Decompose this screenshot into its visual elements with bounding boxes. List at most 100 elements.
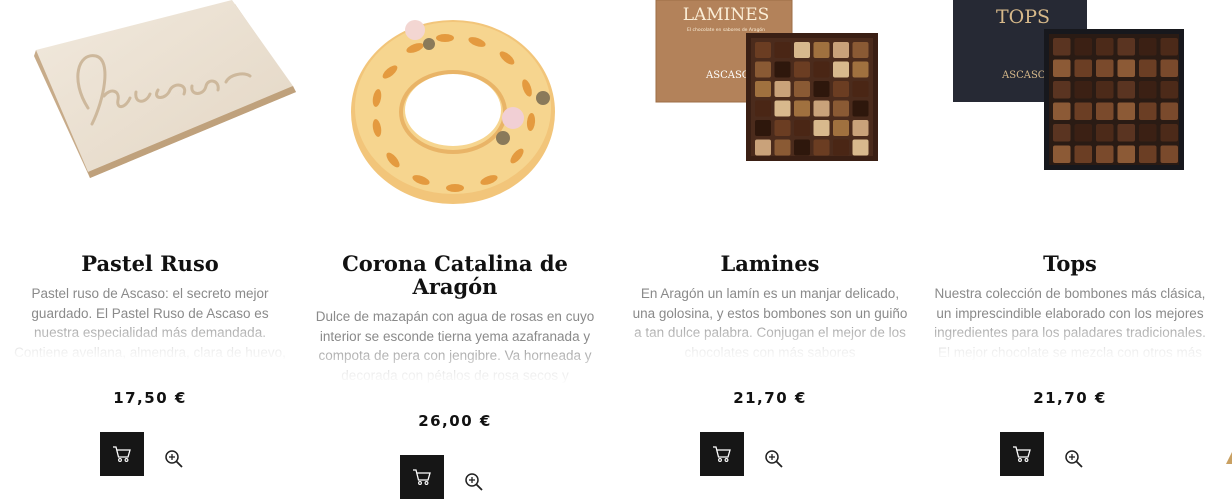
add-to-cart-button[interactable]	[400, 455, 444, 499]
bonbon	[1053, 124, 1071, 142]
bonbon	[813, 139, 830, 156]
box-tagline-text: El chocolate en sabores de Aragón	[687, 26, 765, 33]
quick-view-button[interactable]	[462, 470, 486, 494]
box-brand-text: LAMINES	[683, 5, 770, 25]
bonbon	[1096, 124, 1114, 142]
bonbon	[1160, 124, 1178, 142]
bonbon	[1139, 102, 1157, 120]
bonbon	[1117, 81, 1135, 99]
bonbon	[794, 61, 810, 78]
zoom-in-icon	[465, 473, 483, 491]
bonbon	[1096, 81, 1114, 99]
bonbon	[833, 81, 849, 97]
bonbon	[1160, 59, 1178, 77]
add-to-cart-button[interactable]	[700, 432, 744, 476]
bonbon	[755, 42, 771, 58]
product-image[interactable]	[0, 0, 300, 225]
product-description: Nuestra colección de bombones más clásic…	[934, 286, 1206, 360]
product-image[interactable]: LAMINES El chocolate en sabores de Aragó…	[620, 0, 920, 225]
bonbon	[1139, 145, 1157, 163]
bonbon	[813, 81, 830, 97]
tops-chocolate-box-image: TOPS ASCASO	[953, 0, 1184, 170]
bonbon	[1074, 145, 1092, 163]
cart-icon	[413, 469, 431, 485]
cart-icon	[113, 446, 131, 462]
bonbon	[813, 42, 830, 58]
bonbon	[833, 42, 849, 58]
product-price: 21,70 €	[733, 389, 807, 407]
bonbon	[794, 120, 810, 136]
product-description: Dulce de mazapán con agua de rosas en cu…	[315, 309, 595, 383]
product-grid: Pastel Ruso Pastel ruso de Ascaso: el se…	[0, 0, 1232, 504]
bonbon	[1139, 81, 1157, 99]
bonbon	[1117, 59, 1135, 77]
zoom-in-icon	[165, 450, 183, 468]
bonbon	[1074, 124, 1092, 142]
bonbon	[774, 81, 791, 97]
product-title[interactable]: Corona Catalina de Aragón	[305, 252, 605, 298]
product-card: Corona Catalina de Aragón Dulce de mazap…	[305, 0, 605, 504]
bonbon	[833, 61, 849, 78]
bonbon	[1139, 124, 1157, 142]
bonbon	[1053, 38, 1071, 56]
cart-icon	[713, 446, 731, 462]
bonbon	[1096, 145, 1114, 163]
product-title[interactable]: Pastel Ruso	[0, 252, 300, 275]
bonbon	[755, 120, 771, 136]
product-card: LAMINES El chocolate en sabores de Aragó…	[620, 0, 920, 504]
add-to-cart-button[interactable]	[1000, 432, 1044, 476]
bonbon	[1117, 102, 1135, 120]
box-maker-text: ASCASO	[1001, 70, 1046, 81]
box-brand-text: TOPS	[996, 6, 1050, 28]
bonbon	[1117, 38, 1135, 56]
bonbon	[1160, 145, 1178, 163]
bonbon	[774, 120, 791, 136]
bonbon	[813, 61, 830, 78]
bonbon	[852, 42, 869, 58]
quick-view-button[interactable]	[162, 447, 186, 471]
product-card: Pastel Ruso Pastel ruso de Ascaso: el se…	[0, 0, 300, 504]
bonbon	[833, 139, 849, 156]
lamines-chocolate-box-image: LAMINES El chocolate en sabores de Aragó…	[655, 0, 878, 161]
product-image[interactable]	[305, 0, 605, 225]
bonbon	[774, 61, 791, 78]
cart-icon	[1013, 446, 1031, 462]
bonbon	[833, 120, 849, 136]
bonbon	[1096, 59, 1114, 77]
bonbon	[755, 61, 771, 78]
bonbon	[852, 120, 869, 136]
product-title[interactable]: Tops	[920, 252, 1220, 275]
zoom-in-icon	[1065, 450, 1083, 468]
bonbon	[1074, 81, 1092, 99]
product-title[interactable]: Lamines	[620, 252, 920, 275]
bonbon	[755, 100, 771, 117]
corona-cake-image	[305, 0, 605, 225]
product-image[interactable]: TOPS ASCASO	[920, 0, 1220, 225]
bonbon	[794, 42, 810, 58]
scroll-top-corner-mark	[1226, 452, 1232, 464]
bonbon	[1139, 38, 1157, 56]
quick-view-button[interactable]	[1062, 447, 1086, 471]
product-description: Pastel ruso de Ascaso: el secreto mejor …	[14, 286, 286, 360]
bonbon	[852, 100, 869, 117]
bonbon	[852, 81, 869, 97]
bonbon	[1074, 102, 1092, 120]
bonbon	[1160, 38, 1178, 56]
add-to-cart-button[interactable]	[100, 432, 144, 476]
bonbon	[794, 100, 810, 117]
product-price: 21,70 €	[1033, 389, 1107, 407]
zoom-in-icon	[765, 450, 783, 468]
box-maker-text: ASCASO	[705, 70, 750, 81]
product-description: En Aragón un lamín es un manjar delicado…	[632, 286, 908, 360]
bonbon	[813, 100, 830, 117]
bonbon	[755, 139, 771, 156]
quick-view-button[interactable]	[762, 447, 786, 471]
bonbon	[774, 100, 791, 117]
bonbon	[1160, 81, 1178, 99]
bonbon	[774, 42, 791, 58]
bonbon	[1139, 59, 1157, 77]
bonbon	[755, 81, 771, 97]
bonbon	[1096, 38, 1114, 56]
bonbon	[1117, 124, 1135, 142]
bonbon	[1053, 59, 1071, 77]
